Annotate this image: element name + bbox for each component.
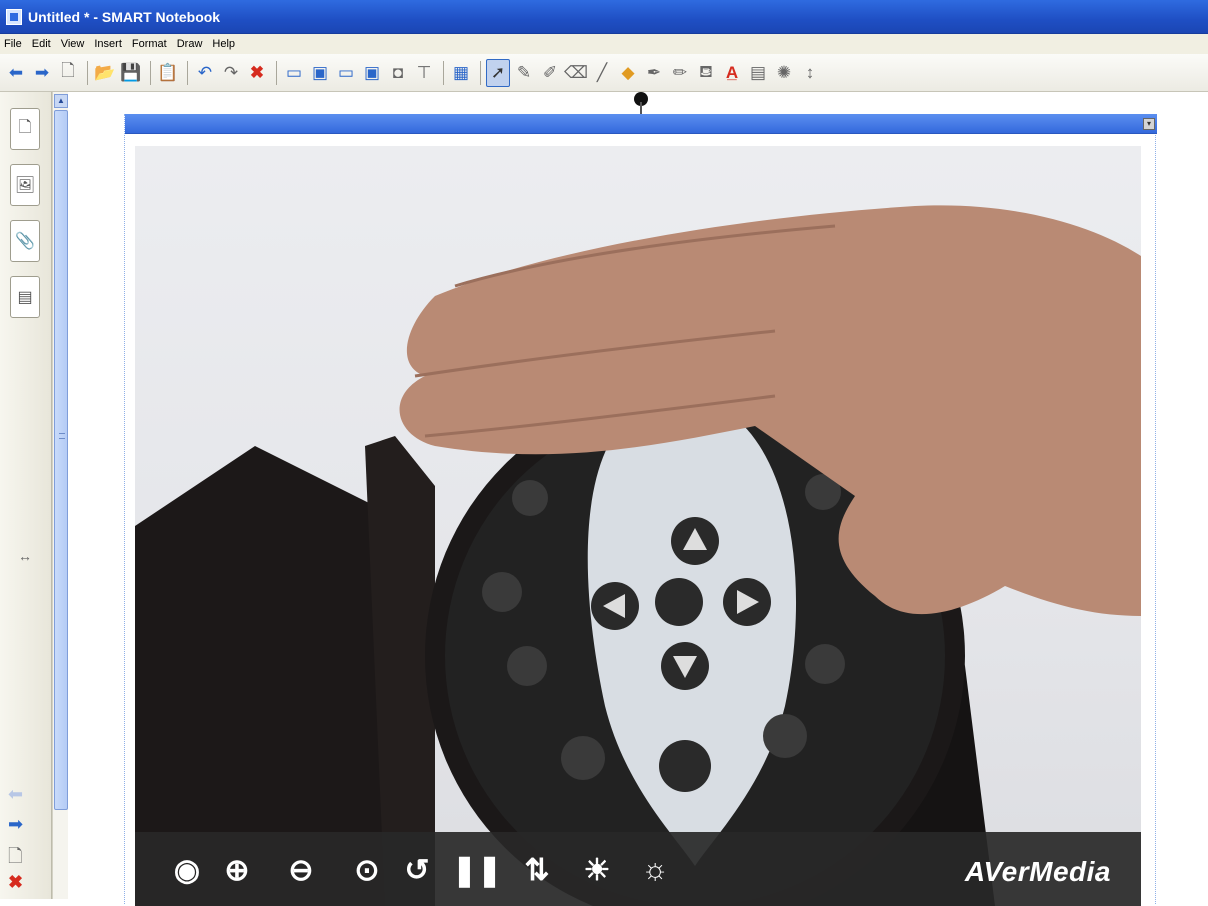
zoom-button <box>805 644 845 684</box>
zoom-in-icon[interactable]: ⊕ <box>219 852 255 888</box>
gallery-icon[interactable]: 🖼 <box>10 164 40 206</box>
enter-button <box>655 578 703 626</box>
menu-file[interactable]: File <box>4 38 22 50</box>
delete-icon[interactable]: ✖ <box>245 59 269 87</box>
capture-button <box>507 646 547 686</box>
flip-icon[interactable]: ⇅ <box>519 852 555 888</box>
brightness-down-icon[interactable]: ☼ <box>637 852 673 888</box>
avermedia-logo: AVerMedia <box>964 856 1111 887</box>
toolbar-separator <box>480 60 481 85</box>
properties-icon[interactable]: ▤ <box>10 276 40 318</box>
forward-arrow-icon[interactable]: ➡ <box>30 59 54 87</box>
redo-icon[interactable]: ↷ <box>219 59 243 87</box>
add-page-icon[interactable]: 🗋 <box>56 59 80 87</box>
line-icon[interactable]: ╱ <box>590 59 614 87</box>
previous-page-icon[interactable]: ⬅ <box>8 784 23 805</box>
more-tools-icon[interactable]: ✺ <box>772 59 796 87</box>
camera-image <box>135 205 1141 906</box>
fill-icon[interactable]: ⛾ <box>694 59 718 87</box>
toolbar-separator <box>87 60 88 85</box>
scroll-up-icon[interactable]: ▲ <box>54 94 68 108</box>
pen-icon[interactable]: ✎ <box>512 59 536 87</box>
title-bar: Untitled * - SMART Notebook <box>0 0 1208 34</box>
dual-page-icon[interactable]: ▣ <box>360 59 384 87</box>
toolbar-separator <box>187 60 188 85</box>
page-sorter-icon[interactable]: 🗋 <box>10 108 40 150</box>
next-page-icon[interactable]: ➡ <box>8 814 23 835</box>
undo-icon[interactable]: ↶ <box>193 59 217 87</box>
document-camera-icon[interactable]: ⊤ <box>412 59 436 87</box>
menu-button <box>659 740 711 792</box>
back-arrow-icon[interactable]: ⬅ <box>4 59 28 87</box>
paste-icon[interactable]: 📋 <box>156 59 180 87</box>
panel-resize-handle[interactable]: ↔ <box>18 548 32 564</box>
creative-pen-icon[interactable]: ✐ <box>538 59 562 87</box>
select-arrow-icon[interactable]: ➚ <box>486 58 510 87</box>
shape-recognition-icon[interactable]: ✏ <box>668 59 692 87</box>
widget-title-bar[interactable]: ▾ <box>125 114 1157 134</box>
camera-pc-button <box>763 714 807 758</box>
camera-control-bar: ◉ ⊕ ⊖ ⊙ ↺ ❚❚ ⇅ ☀ ☼ AVerMedia <box>135 832 1141 906</box>
freeze-button <box>512 480 548 516</box>
app-icon <box>6 8 22 25</box>
vertical-scrollbar[interactable]: ▲ <box>52 92 68 899</box>
properties-icon[interactable]: ▤ <box>746 59 770 87</box>
widget-menu-icon[interactable]: ▾ <box>1143 118 1155 130</box>
save-icon[interactable]: 💾 <box>119 59 143 87</box>
menu-bar: File Edit View Insert Format Draw Help <box>0 34 1208 54</box>
magic-pen-icon[interactable]: ✒ <box>642 59 666 87</box>
attachments-icon[interactable]: 📎 <box>10 220 40 262</box>
rotate-icon[interactable]: ↺ <box>399 852 435 888</box>
recording-button <box>561 736 605 780</box>
capture-icon[interactable]: ◘ <box>386 59 410 87</box>
transparent-background-icon[interactable]: ▭ <box>334 59 358 87</box>
toolbar-move-icon[interactable]: ↕ <box>798 59 822 87</box>
main-toolbar: ⬅ ➡ 🗋 📂 💾 📋 ↶ ↷ ✖ ▭ ▣ ▭ ▣ ◘ ⊤ ▦ ➚ ✎ ✐ ⌫ … <box>0 54 1208 92</box>
playback-button <box>482 572 522 612</box>
window-title: Untitled * - SMART Notebook <box>28 8 221 25</box>
menu-edit[interactable]: Edit <box>32 38 51 50</box>
notebook-page[interactable]: ▾ ◉ ⊕ ⊖ ⊙ ↺ ❚❚ ⇅ ☀ ☼ AVerMedia <box>68 92 1208 906</box>
menu-format[interactable]: Format <box>132 38 167 50</box>
side-tab-panel: 🗋 🖼 📎 ▤ ↔ ⬅ ➡ 🗋 ✖ <box>0 92 52 899</box>
zoom-reset-icon[interactable]: ⊙ <box>349 852 385 888</box>
screen-shade-icon[interactable]: ▭ <box>282 59 306 87</box>
text-icon[interactable]: A̲ <box>720 59 744 87</box>
menu-help[interactable]: Help <box>212 38 235 50</box>
camera-feed: ◉ ⊕ ⊖ ⊙ ↺ ❚❚ ⇅ ☀ ☼ AVerMedia <box>135 146 1141 906</box>
rotate-handle-stem <box>640 102 642 114</box>
table-icon[interactable]: ▦ <box>449 59 473 87</box>
zoom-out-icon[interactable]: ⊖ <box>283 852 319 888</box>
toolbar-separator <box>443 60 444 85</box>
scroll-thumb[interactable] <box>54 110 68 810</box>
delete-page-icon[interactable]: ✖ <box>8 872 23 893</box>
add-page-icon[interactable]: 🗋 <box>8 844 22 874</box>
eye-icon[interactable]: ◉ <box>169 852 205 888</box>
toolbar-separator <box>276 60 277 85</box>
full-screen-icon[interactable]: ▣ <box>308 59 332 87</box>
shapes-icon[interactable]: ◆ <box>616 59 640 87</box>
toolbar-separator <box>150 60 151 85</box>
menu-draw[interactable]: Draw <box>177 38 203 50</box>
menu-insert[interactable]: Insert <box>94 38 122 50</box>
eraser-icon[interactable]: ⌫ <box>564 59 588 87</box>
pause-icon[interactable]: ❚❚ <box>452 852 502 888</box>
menu-view[interactable]: View <box>61 38 85 50</box>
document-camera-widget[interactable]: ▾ ◉ ⊕ ⊖ ⊙ ↺ ❚❚ ⇅ ☀ ☼ AVerMedia <box>124 114 1157 906</box>
brightness-up-icon[interactable]: ☀ <box>579 852 615 888</box>
open-folder-icon[interactable]: 📂 <box>93 59 117 87</box>
